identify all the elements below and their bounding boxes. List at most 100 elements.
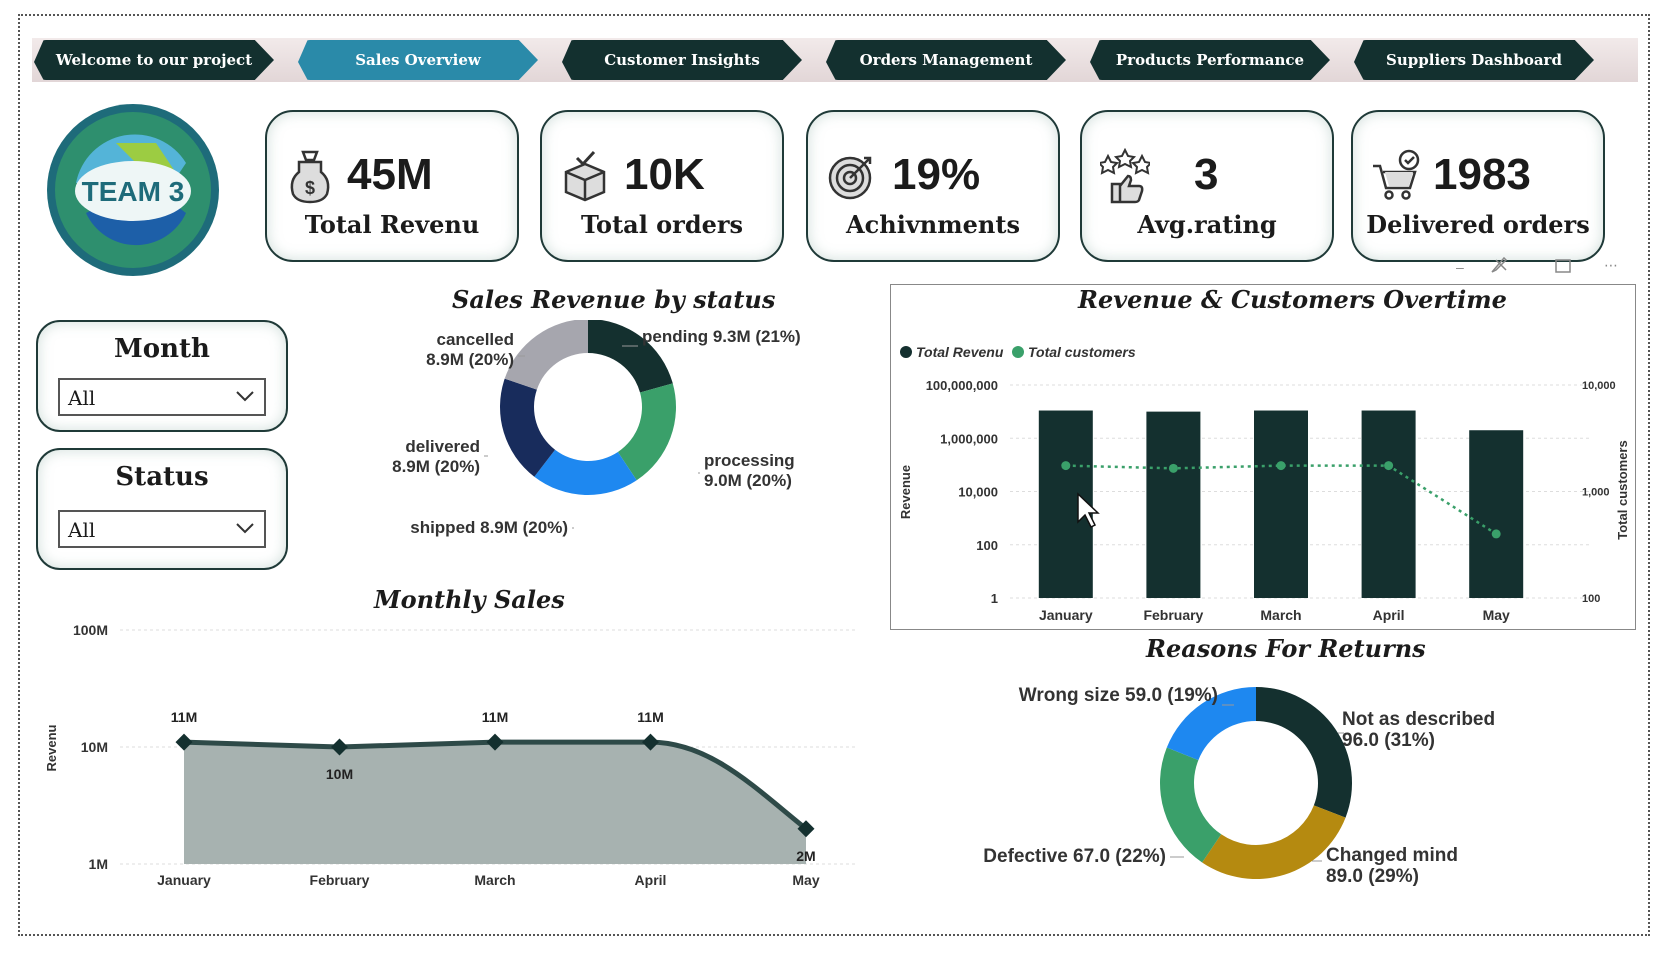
y2-tick-label: 100 bbox=[1582, 593, 1600, 605]
x-tick-label: January bbox=[1039, 607, 1093, 623]
tab-orders-management[interactable]: Orders Management bbox=[826, 40, 1066, 80]
kpi-value: 1983 bbox=[1433, 150, 1531, 199]
slice-label-value: 8.9M (20%) bbox=[426, 350, 514, 369]
kpi-total-orders: 10K Total orders bbox=[540, 110, 784, 262]
customers-point bbox=[1061, 461, 1071, 471]
month-dropdown-value: All bbox=[68, 386, 96, 410]
y-tick-label: 10,000 bbox=[958, 485, 998, 500]
slice-label-value: 9.0M (20%) bbox=[704, 471, 792, 490]
slice-label-name: cancelled bbox=[437, 330, 515, 349]
slice-label-name: Changed mind bbox=[1326, 845, 1458, 866]
kpi-value: 19% bbox=[892, 150, 981, 199]
focus-mode-icon[interactable] bbox=[1555, 259, 1571, 273]
box-icon bbox=[564, 150, 606, 202]
returns-title: Reasons For Returns bbox=[1146, 634, 1426, 663]
slice-label-name: Not as described bbox=[1342, 709, 1495, 730]
legend-marker-customers bbox=[1012, 346, 1024, 358]
kpi-label: Delivered orders bbox=[1366, 210, 1590, 239]
donut-slice-cancelled bbox=[504, 320, 588, 390]
y2-tick-label: 10,000 bbox=[1582, 380, 1616, 392]
y2-tick-label: 1,000 bbox=[1582, 487, 1610, 499]
data-label: 11M bbox=[171, 709, 197, 725]
minus-icon[interactable]: – bbox=[1456, 259, 1464, 275]
cart-check-icon bbox=[1373, 149, 1420, 200]
status-dropdown-value: All bbox=[68, 518, 96, 542]
y-tick-label: 1M bbox=[89, 856, 108, 872]
x-tick-label: March bbox=[1260, 607, 1301, 623]
legend-label-revenue: Total Revenu bbox=[916, 344, 1004, 360]
x-tick-label: February bbox=[310, 872, 370, 888]
month-slicer-title: Month bbox=[114, 334, 210, 364]
month-dropdown[interactable]: All bbox=[58, 378, 266, 416]
kpi-total-revenue: $ 45M Total Revenu bbox=[265, 110, 519, 262]
donut-slice bbox=[1160, 747, 1222, 863]
tab-customer-insights[interactable]: Customer Insights bbox=[562, 40, 802, 80]
x-tick-label: January bbox=[157, 872, 211, 888]
more-options-icon[interactable]: ⋯ bbox=[1604, 257, 1618, 273]
y-tick-label: 10M bbox=[81, 739, 108, 755]
customers-point bbox=[1491, 529, 1501, 539]
x-tick-label: February bbox=[1143, 607, 1203, 623]
month-slicer: Month All bbox=[36, 320, 288, 432]
x-tick-label: May bbox=[1483, 607, 1510, 623]
kpi-avg-rating: 3 Avg.rating bbox=[1080, 110, 1334, 262]
kpi-label: Avg.rating bbox=[1137, 210, 1277, 239]
y-axis-title: Revenue bbox=[898, 465, 913, 519]
tab-products-performance[interactable]: Products Performance bbox=[1090, 40, 1330, 80]
chevron-down-icon bbox=[236, 523, 254, 534]
y-tick-label: 1 bbox=[991, 591, 998, 606]
kpi-label: Total orders bbox=[580, 210, 744, 239]
revenue-customers-chart: Total Revenu Total customers 100,000,000 1,… bbox=[898, 344, 1630, 623]
x-tick-label: April bbox=[1373, 607, 1405, 623]
bar-april bbox=[1361, 410, 1416, 598]
slice-label-name: processing bbox=[704, 451, 795, 470]
customers-point bbox=[1168, 463, 1178, 473]
kpi-value: 3 bbox=[1194, 150, 1219, 199]
kpi-value: 45M bbox=[347, 150, 433, 199]
y-tick-label: 100 bbox=[976, 538, 998, 553]
legend-label-customers: Total customers bbox=[1028, 344, 1136, 360]
svg-text:$: $ bbox=[305, 178, 315, 198]
data-label: 10M bbox=[326, 766, 353, 782]
status-dropdown[interactable]: All bbox=[58, 510, 266, 548]
tab-sales-overview[interactable]: Sales Overview bbox=[298, 40, 538, 80]
logo-text: TEAM 3 bbox=[82, 176, 185, 207]
pin-icon[interactable] bbox=[1491, 256, 1508, 273]
legend-marker-revenue bbox=[900, 346, 912, 358]
slice-label: pending 9.3M (21%) bbox=[642, 327, 801, 346]
thumbs-up-stars-icon bbox=[1100, 148, 1150, 204]
sales-status-title: Sales Revenue by status bbox=[452, 285, 776, 314]
bar-may bbox=[1469, 430, 1524, 598]
y-tick-label: 100,000,000 bbox=[926, 378, 998, 393]
data-label: 11M bbox=[482, 709, 508, 725]
kpi-label: Total Revenu bbox=[304, 210, 480, 239]
y-axis-title: Revenu bbox=[44, 724, 59, 771]
tab-welcome[interactable]: Welcome to our project bbox=[34, 40, 274, 80]
slice-label: Defective 67.0 (22%) bbox=[983, 846, 1166, 867]
kpi-delivered-orders: 1983 Delivered orders bbox=[1351, 110, 1605, 262]
bar-february bbox=[1146, 411, 1201, 598]
tab-suppliers-dashboard[interactable]: Suppliers Dashboard bbox=[1354, 40, 1594, 80]
data-label: 11M bbox=[637, 709, 663, 725]
y2-axis-title: Total customers bbox=[1615, 440, 1630, 539]
bar-march bbox=[1254, 410, 1308, 598]
slice-label-name: delivered bbox=[405, 437, 480, 456]
slice-label-value: 8.9M (20%) bbox=[392, 457, 480, 476]
customers-point bbox=[1384, 461, 1394, 471]
slice-label: Wrong size 59.0 (19%) bbox=[1019, 685, 1218, 706]
monthly-sales-chart: 100M 10M 1M Revenu 11M January 10M February 11M M… bbox=[44, 622, 856, 888]
customers-point bbox=[1276, 461, 1286, 471]
donut-slice bbox=[1256, 687, 1352, 818]
slice-label-value: 89.0 (29%) bbox=[1326, 866, 1419, 887]
x-tick-label: May bbox=[792, 872, 819, 888]
team-logo: TEAM 3 bbox=[47, 104, 219, 276]
donut-slice bbox=[1202, 805, 1346, 879]
status-slicer: Status All bbox=[36, 448, 288, 570]
y-tick-label: 1,000,000 bbox=[940, 431, 998, 446]
data-label: 2M bbox=[796, 848, 815, 864]
visual-header-icons: – ⋯ bbox=[1456, 256, 1618, 275]
kpi-label: Achivnments bbox=[846, 210, 1020, 239]
money-bag-icon: $ bbox=[290, 150, 330, 204]
returns-donut: Not as described96.0 (31%) Changed mind89… bbox=[983, 685, 1495, 887]
sales-status-donut: pending 9.3M (21%) processing9.0M (20%) sh… bbox=[392, 320, 801, 537]
